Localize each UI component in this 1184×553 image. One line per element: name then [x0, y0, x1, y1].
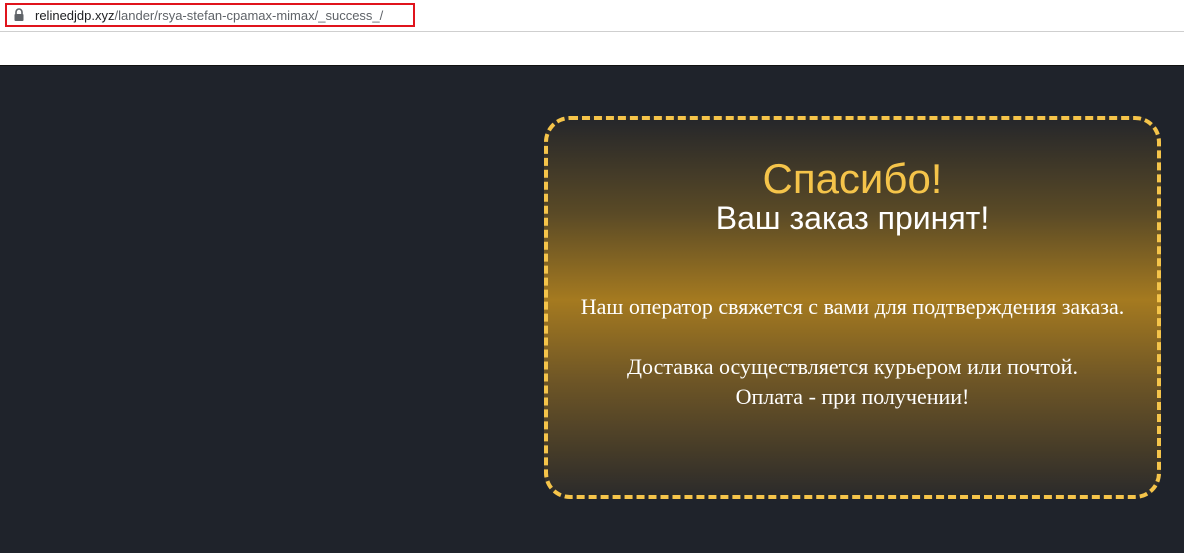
url-text: relinedjdp.xyz/lander/rsya-stefan-cpamax…	[35, 8, 383, 23]
page-content: Спасибо! Ваш заказ принят! Наш оператор …	[0, 66, 1184, 553]
operator-contact-message: Наш оператор свяжется с вами для подтвер…	[580, 294, 1125, 319]
url-domain: relinedjdp.xyz	[35, 7, 115, 23]
url-path: /lander/rsya-stefan-cpamax-mimax/_succes…	[114, 7, 384, 23]
page-header-strip	[0, 32, 1184, 66]
browser-address-bar: relinedjdp.xyz/lander/rsya-stefan-cpamax…	[0, 0, 1184, 32]
payment-line: Оплата - при получении!	[735, 384, 970, 409]
url-field[interactable]: relinedjdp.xyz/lander/rsya-stefan-cpamax…	[5, 3, 415, 27]
delivery-line: Доставка осуществляется курьером или поч…	[627, 354, 1078, 379]
success-card: Спасибо! Ваш заказ принят! Наш оператор …	[544, 116, 1161, 499]
thank-you-title: Спасибо!	[762, 155, 943, 202]
lock-icon[interactable]	[13, 8, 25, 22]
delivery-info-message: Доставка осуществляется курьером или поч…	[573, 352, 1133, 412]
order-accepted-subtitle: Ваш заказ принят!	[715, 200, 990, 236]
